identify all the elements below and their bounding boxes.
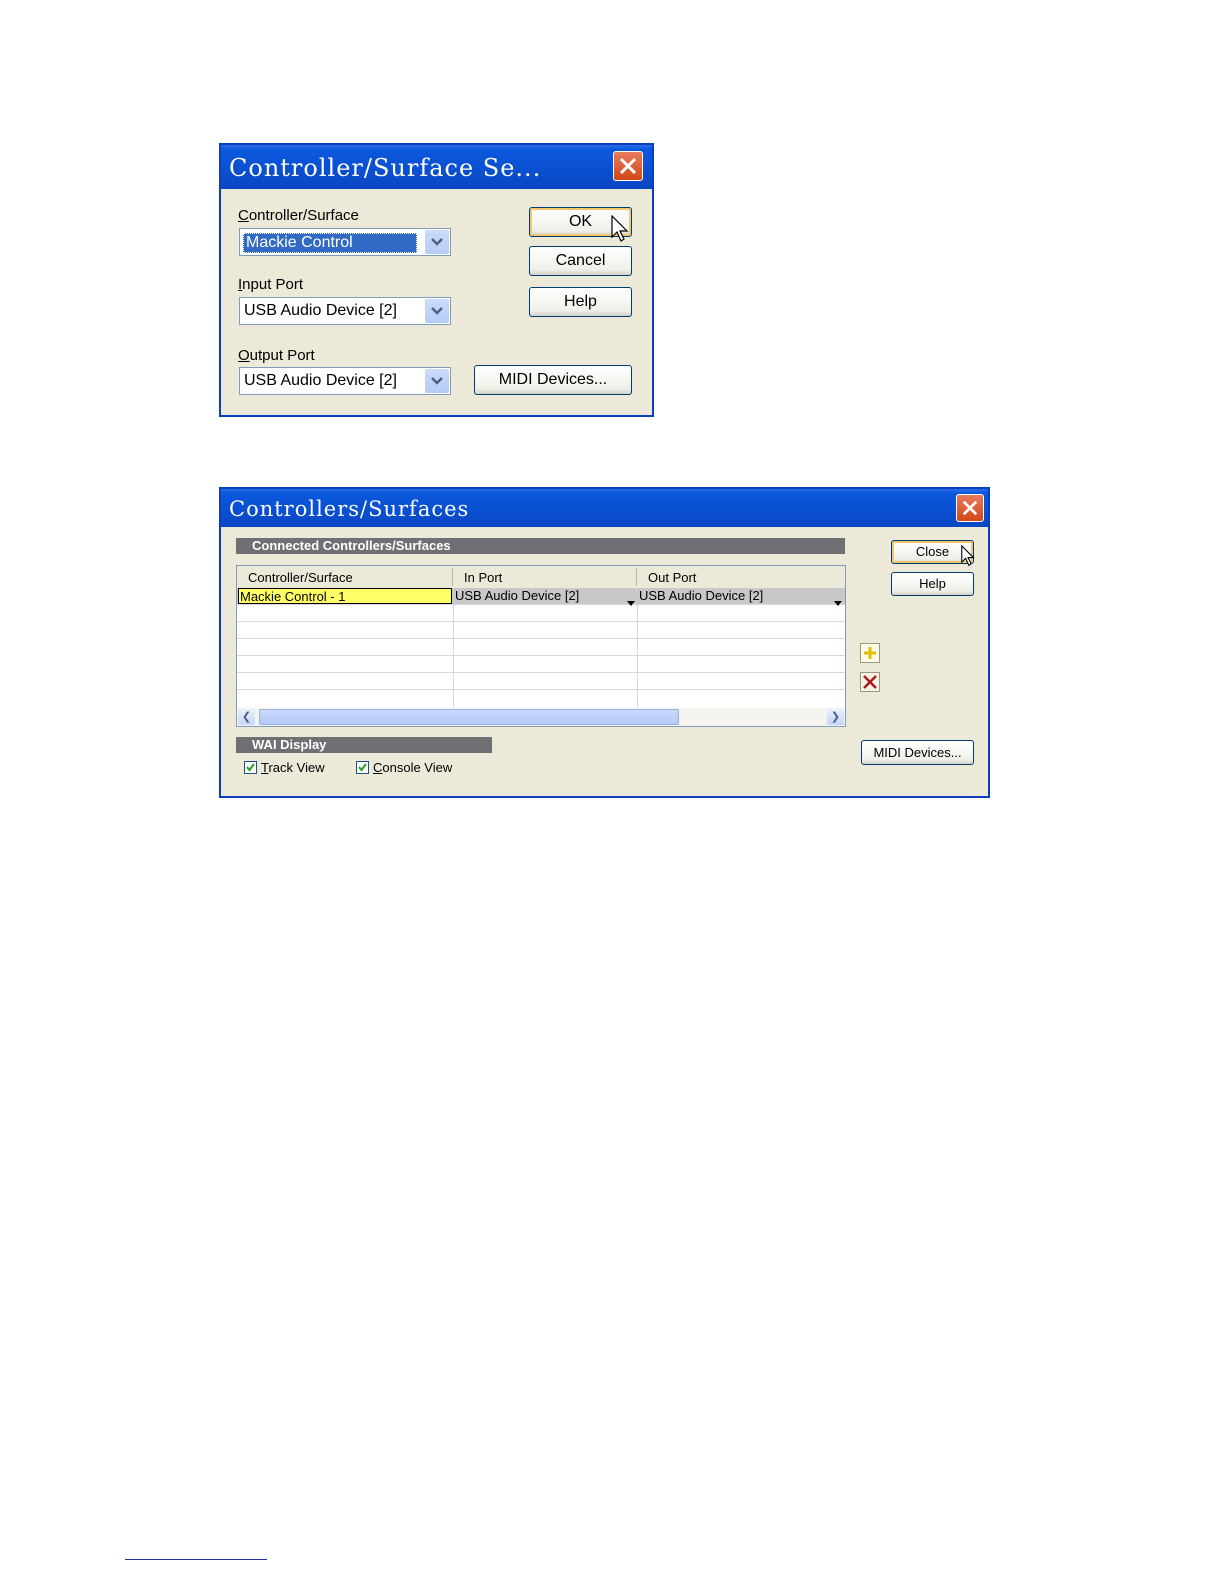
dialog-title: Controller/Surface Se... xyxy=(229,154,542,182)
checkmark-icon xyxy=(246,763,255,772)
table-row[interactable]: Mackie Control - 1 USB Audio Device [2] … xyxy=(237,588,845,606)
table-row-empty[interactable] xyxy=(237,605,845,622)
output-port-label: Output Port xyxy=(238,347,315,364)
help-button[interactable]: Help xyxy=(891,572,974,596)
scroll-right-button[interactable]: ❯ xyxy=(827,709,844,725)
grid-header: Controller/Surface In Port Out Port xyxy=(237,566,845,588)
chevron-down-icon xyxy=(431,238,443,246)
controller-surface-value: Mackie Control xyxy=(243,233,417,253)
dropdown-button[interactable] xyxy=(425,230,449,254)
console-view-label[interactable]: Console View xyxy=(373,760,452,775)
scroll-left-button[interactable]: ❮ xyxy=(238,709,255,725)
cancel-button[interactable]: Cancel xyxy=(529,246,632,276)
controller-surface-select[interactable]: Mackie Control xyxy=(239,228,451,256)
dialog-titlebar[interactable]: Controller/Surface Se... xyxy=(221,145,652,189)
track-view-label[interactable]: Track View xyxy=(261,760,325,775)
column-header-in-port[interactable]: In Port xyxy=(464,570,502,585)
dropdown-button[interactable] xyxy=(425,369,449,393)
horizontal-scrollbar[interactable]: ❮ ❯ xyxy=(237,708,845,726)
column-header-out-port[interactable]: Out Port xyxy=(648,570,696,585)
input-port-select[interactable]: USB Audio Device [2] xyxy=(239,297,451,325)
close-button[interactable] xyxy=(613,151,643,181)
controllers-surfaces-dialog: Controllers/Surfaces Connected Controlle… xyxy=(219,487,990,798)
output-port-value: USB Audio Device [2] xyxy=(244,372,397,389)
midi-devices-button[interactable]: MIDI Devices... xyxy=(474,365,632,395)
chevron-down-icon xyxy=(431,307,443,315)
table-row-empty[interactable] xyxy=(237,639,845,656)
column-header-controller[interactable]: Controller/Surface xyxy=(248,570,353,585)
table-row-empty[interactable] xyxy=(237,656,845,673)
delete-controller-button[interactable] xyxy=(860,672,880,692)
track-view-checkbox[interactable] xyxy=(244,761,257,774)
dialog-title: Controllers/Surfaces xyxy=(229,497,470,521)
scroll-thumb[interactable] xyxy=(259,709,679,725)
wai-display-header: WAI Display xyxy=(236,737,492,753)
input-port-label: Input Port xyxy=(238,276,304,293)
table-row-empty[interactable] xyxy=(237,673,845,690)
controller-cell[interactable]: Mackie Control - 1 xyxy=(238,588,452,604)
connected-controllers-header: Connected Controllers/Surfaces xyxy=(236,538,845,554)
close-button[interactable] xyxy=(956,494,984,522)
midi-devices-button[interactable]: MIDI Devices... xyxy=(861,740,974,765)
footnote-separator xyxy=(125,1559,267,1560)
controller-surface-settings-dialog: Controller/Surface Se... Controller/Surf… xyxy=(219,143,654,417)
table-row-empty[interactable] xyxy=(237,622,845,639)
checkmark-icon xyxy=(358,763,367,772)
dropdown-button[interactable] xyxy=(425,299,449,323)
mouse-cursor-icon xyxy=(961,544,975,572)
mouse-cursor-icon xyxy=(611,214,629,248)
input-port-value: USB Audio Device [2] xyxy=(244,302,397,319)
console-view-checkbox[interactable] xyxy=(356,761,369,774)
table-row-empty[interactable] xyxy=(237,690,845,706)
output-port-select[interactable]: USB Audio Device [2] xyxy=(239,367,451,395)
add-controller-button[interactable] xyxy=(860,643,880,663)
out-port-cell[interactable]: USB Audio Device [2] xyxy=(639,588,819,604)
chevron-down-icon xyxy=(431,377,443,385)
controllers-grid[interactable]: Controller/Surface In Port Out Port Mack… xyxy=(236,565,846,727)
controller-surface-label: Controller/Surface xyxy=(238,207,359,224)
delete-icon xyxy=(860,672,880,696)
dialog-titlebar[interactable]: Controllers/Surfaces xyxy=(221,489,988,527)
add-icon xyxy=(860,643,880,667)
in-port-cell[interactable]: USB Audio Device [2] xyxy=(455,588,625,604)
help-button[interactable]: Help xyxy=(529,287,632,317)
